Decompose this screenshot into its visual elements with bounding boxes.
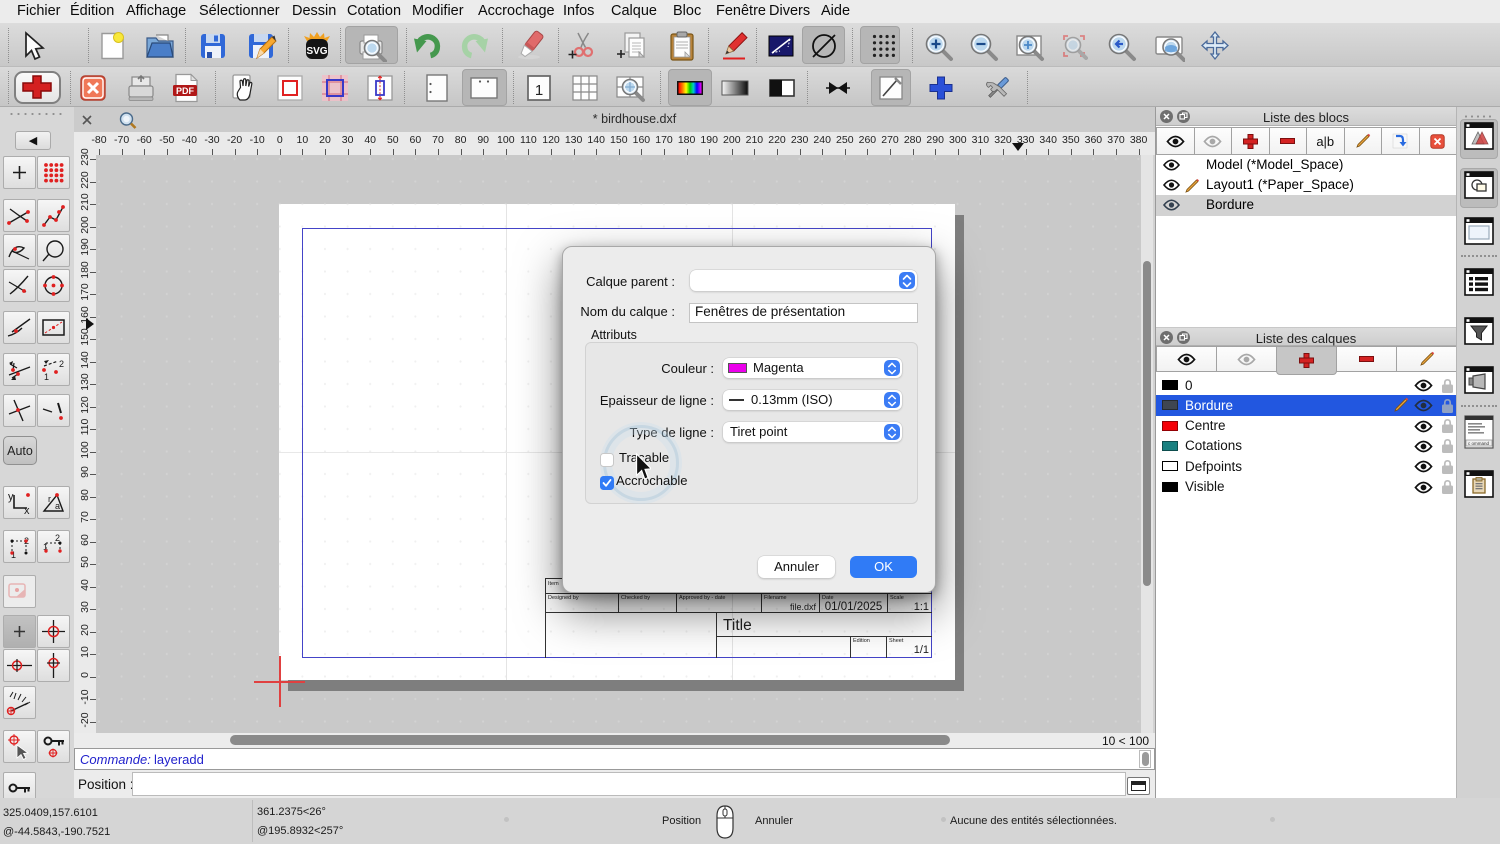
svg-text:y: y bbox=[8, 491, 14, 503]
svg-text:SVG: SVG bbox=[306, 46, 327, 57]
svg-text:a: a bbox=[55, 501, 60, 511]
svg-text:c ommand: c ommand bbox=[1468, 441, 1490, 446]
svg-text:PDF: PDF bbox=[176, 86, 195, 96]
svg-text:1: 1 bbox=[44, 372, 49, 382]
svg-text:1: 1 bbox=[535, 82, 543, 99]
svg-text:r: r bbox=[48, 494, 51, 504]
svg-text:x: x bbox=[24, 505, 30, 517]
svg-text:2: 2 bbox=[55, 533, 60, 543]
svg-text:2: 2 bbox=[59, 359, 64, 369]
